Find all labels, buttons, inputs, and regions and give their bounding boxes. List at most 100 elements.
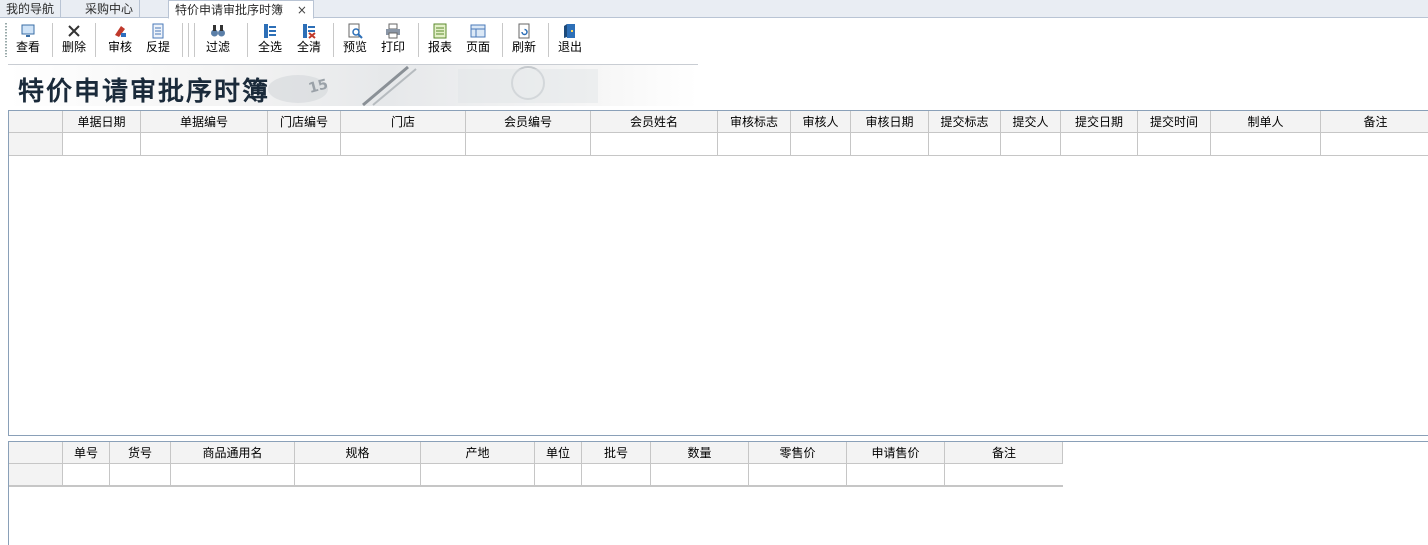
table-cell[interactable] [63,133,141,155]
table-cell[interactable] [171,464,295,485]
button-label: 刷新 [511,40,536,54]
column-header[interactable]: 制单人 [1211,111,1321,132]
toolbar-separator [95,23,96,57]
column-header[interactable]: 审核日期 [851,111,929,132]
column-header[interactable]: 数量 [651,442,749,463]
column-header[interactable]: 备注 [945,442,1063,463]
tab-special-price-approval[interactable]: 特价申请审批序时簿 × [168,0,314,19]
column-header[interactable]: 产地 [421,442,535,463]
reverse-button[interactable]: 反提 [142,21,174,61]
column-header[interactable]: 审核标志 [718,111,791,132]
table-cell[interactable] [535,464,582,485]
column-header[interactable]: 门店编号 [268,111,341,132]
column-header[interactable]: 门店 [341,111,466,132]
refresh-icon [518,23,530,39]
approve-button[interactable]: 审核 [104,21,136,61]
column-header[interactable]: 会员姓名 [591,111,718,132]
tab-purchase-center[interactable]: 采购中心 [79,0,141,18]
column-header[interactable]: 申请售价 [847,442,945,463]
close-icon[interactable]: × [297,1,307,19]
column-header[interactable]: 单据编号 [141,111,268,132]
column-header[interactable]: 提交人 [1001,111,1061,132]
column-header[interactable]: 会员编号 [466,111,591,132]
column-header[interactable]: 单位 [535,442,582,463]
button-label: 报表 [427,40,452,54]
row-indicator[interactable] [9,464,63,485]
main-grid-header: 单据日期 单据编号 门店编号 门店 会员编号 会员姓名 审核标志 审核人 审核日… [9,111,1428,133]
row-indicator[interactable] [9,133,63,155]
table-cell[interactable] [1061,133,1138,155]
table-cell[interactable] [63,464,110,485]
table-cell[interactable] [651,464,749,485]
delete-button[interactable]: 删除 [58,21,90,61]
report-button[interactable]: 报表 [424,21,456,61]
table-row[interactable] [9,133,1428,156]
table-cell[interactable] [341,133,466,155]
button-label: 删除 [61,40,86,54]
column-header[interactable]: 提交时间 [1138,111,1211,132]
table-cell[interactable] [268,133,341,155]
column-header[interactable]: 规格 [295,442,421,463]
toolbar: 查看 删除 审核 反提 过滤 全选 全清 预览 打印 报表 页面 刷新 退出 [0,19,1428,63]
table-cell[interactable] [110,464,171,485]
button-label: 审核 [107,40,132,54]
toolbar-separator [548,23,549,57]
table-cell[interactable] [847,464,945,485]
delete-icon [68,25,80,37]
table-cell[interactable] [1001,133,1061,155]
page-banner: 特价申请审批序时簿 15 [8,64,698,107]
clear-all-button[interactable]: 全清 [293,21,325,61]
table-cell[interactable] [851,133,929,155]
table-cell[interactable] [1138,133,1211,155]
button-label: 全清 [296,40,321,54]
table-row[interactable] [9,464,1063,487]
approve-icon [115,26,126,37]
column-header[interactable]: 货号 [110,442,171,463]
toolbar-grip[interactable] [5,23,7,57]
page-title: 特价申请审批序时簿 [18,77,271,107]
toolbar-separator [502,23,503,57]
table-cell[interactable] [141,133,268,155]
table-cell[interactable] [295,464,421,485]
table-cell[interactable] [421,464,535,485]
table-cell[interactable] [1321,133,1428,155]
page-button[interactable]: 页面 [462,21,494,61]
table-cell[interactable] [945,464,1063,485]
button-label: 退出 [557,40,582,54]
view-icon [21,24,35,37]
detail-grid: 单号 货号 商品通用名 规格 产地 单位 批号 数量 零售价 申请售价 备注 [8,441,1428,545]
table-cell[interactable] [1211,133,1321,155]
print-button[interactable]: 打印 [377,21,409,61]
column-header[interactable]: 零售价 [749,442,847,463]
detail-grid-header: 单号 货号 商品通用名 规格 产地 单位 批号 数量 零售价 申请售价 备注 [9,442,1063,464]
refresh-button[interactable]: 刷新 [508,21,540,61]
button-label: 全选 [257,40,282,54]
table-cell[interactable] [466,133,591,155]
column-header[interactable]: 提交日期 [1061,111,1138,132]
button-label: 预览 [342,40,367,54]
table-cell[interactable] [591,133,718,155]
select-all-button[interactable]: 全选 [254,21,286,61]
column-header[interactable]: 审核人 [791,111,851,132]
table-cell[interactable] [791,133,851,155]
table-cell[interactable] [582,464,651,485]
table-cell[interactable] [718,133,791,155]
button-label: 打印 [380,40,405,54]
exit-button[interactable]: 退出 [554,21,586,61]
table-cell[interactable] [749,464,847,485]
column-header[interactable]: 单据日期 [63,111,141,132]
filter-button[interactable]: 过滤 [202,21,234,61]
column-header[interactable]: 提交标志 [929,111,1001,132]
tab-my-navigation[interactable]: 我的导航 [0,0,62,18]
tab-label: 我的导航 [6,2,55,16]
tab-bar: 我的导航 采购中心 特价申请审批序时簿 × [0,0,1428,19]
view-button[interactable]: 查看 [12,21,44,61]
preview-button[interactable]: 预览 [339,21,371,61]
table-cell[interactable] [929,133,1001,155]
column-header[interactable]: 备注 [1321,111,1428,132]
clear-all-icon [303,24,316,39]
preview-icon [348,23,363,39]
column-header[interactable]: 单号 [63,442,110,463]
column-header[interactable]: 商品通用名 [171,442,295,463]
column-header[interactable]: 批号 [582,442,651,463]
